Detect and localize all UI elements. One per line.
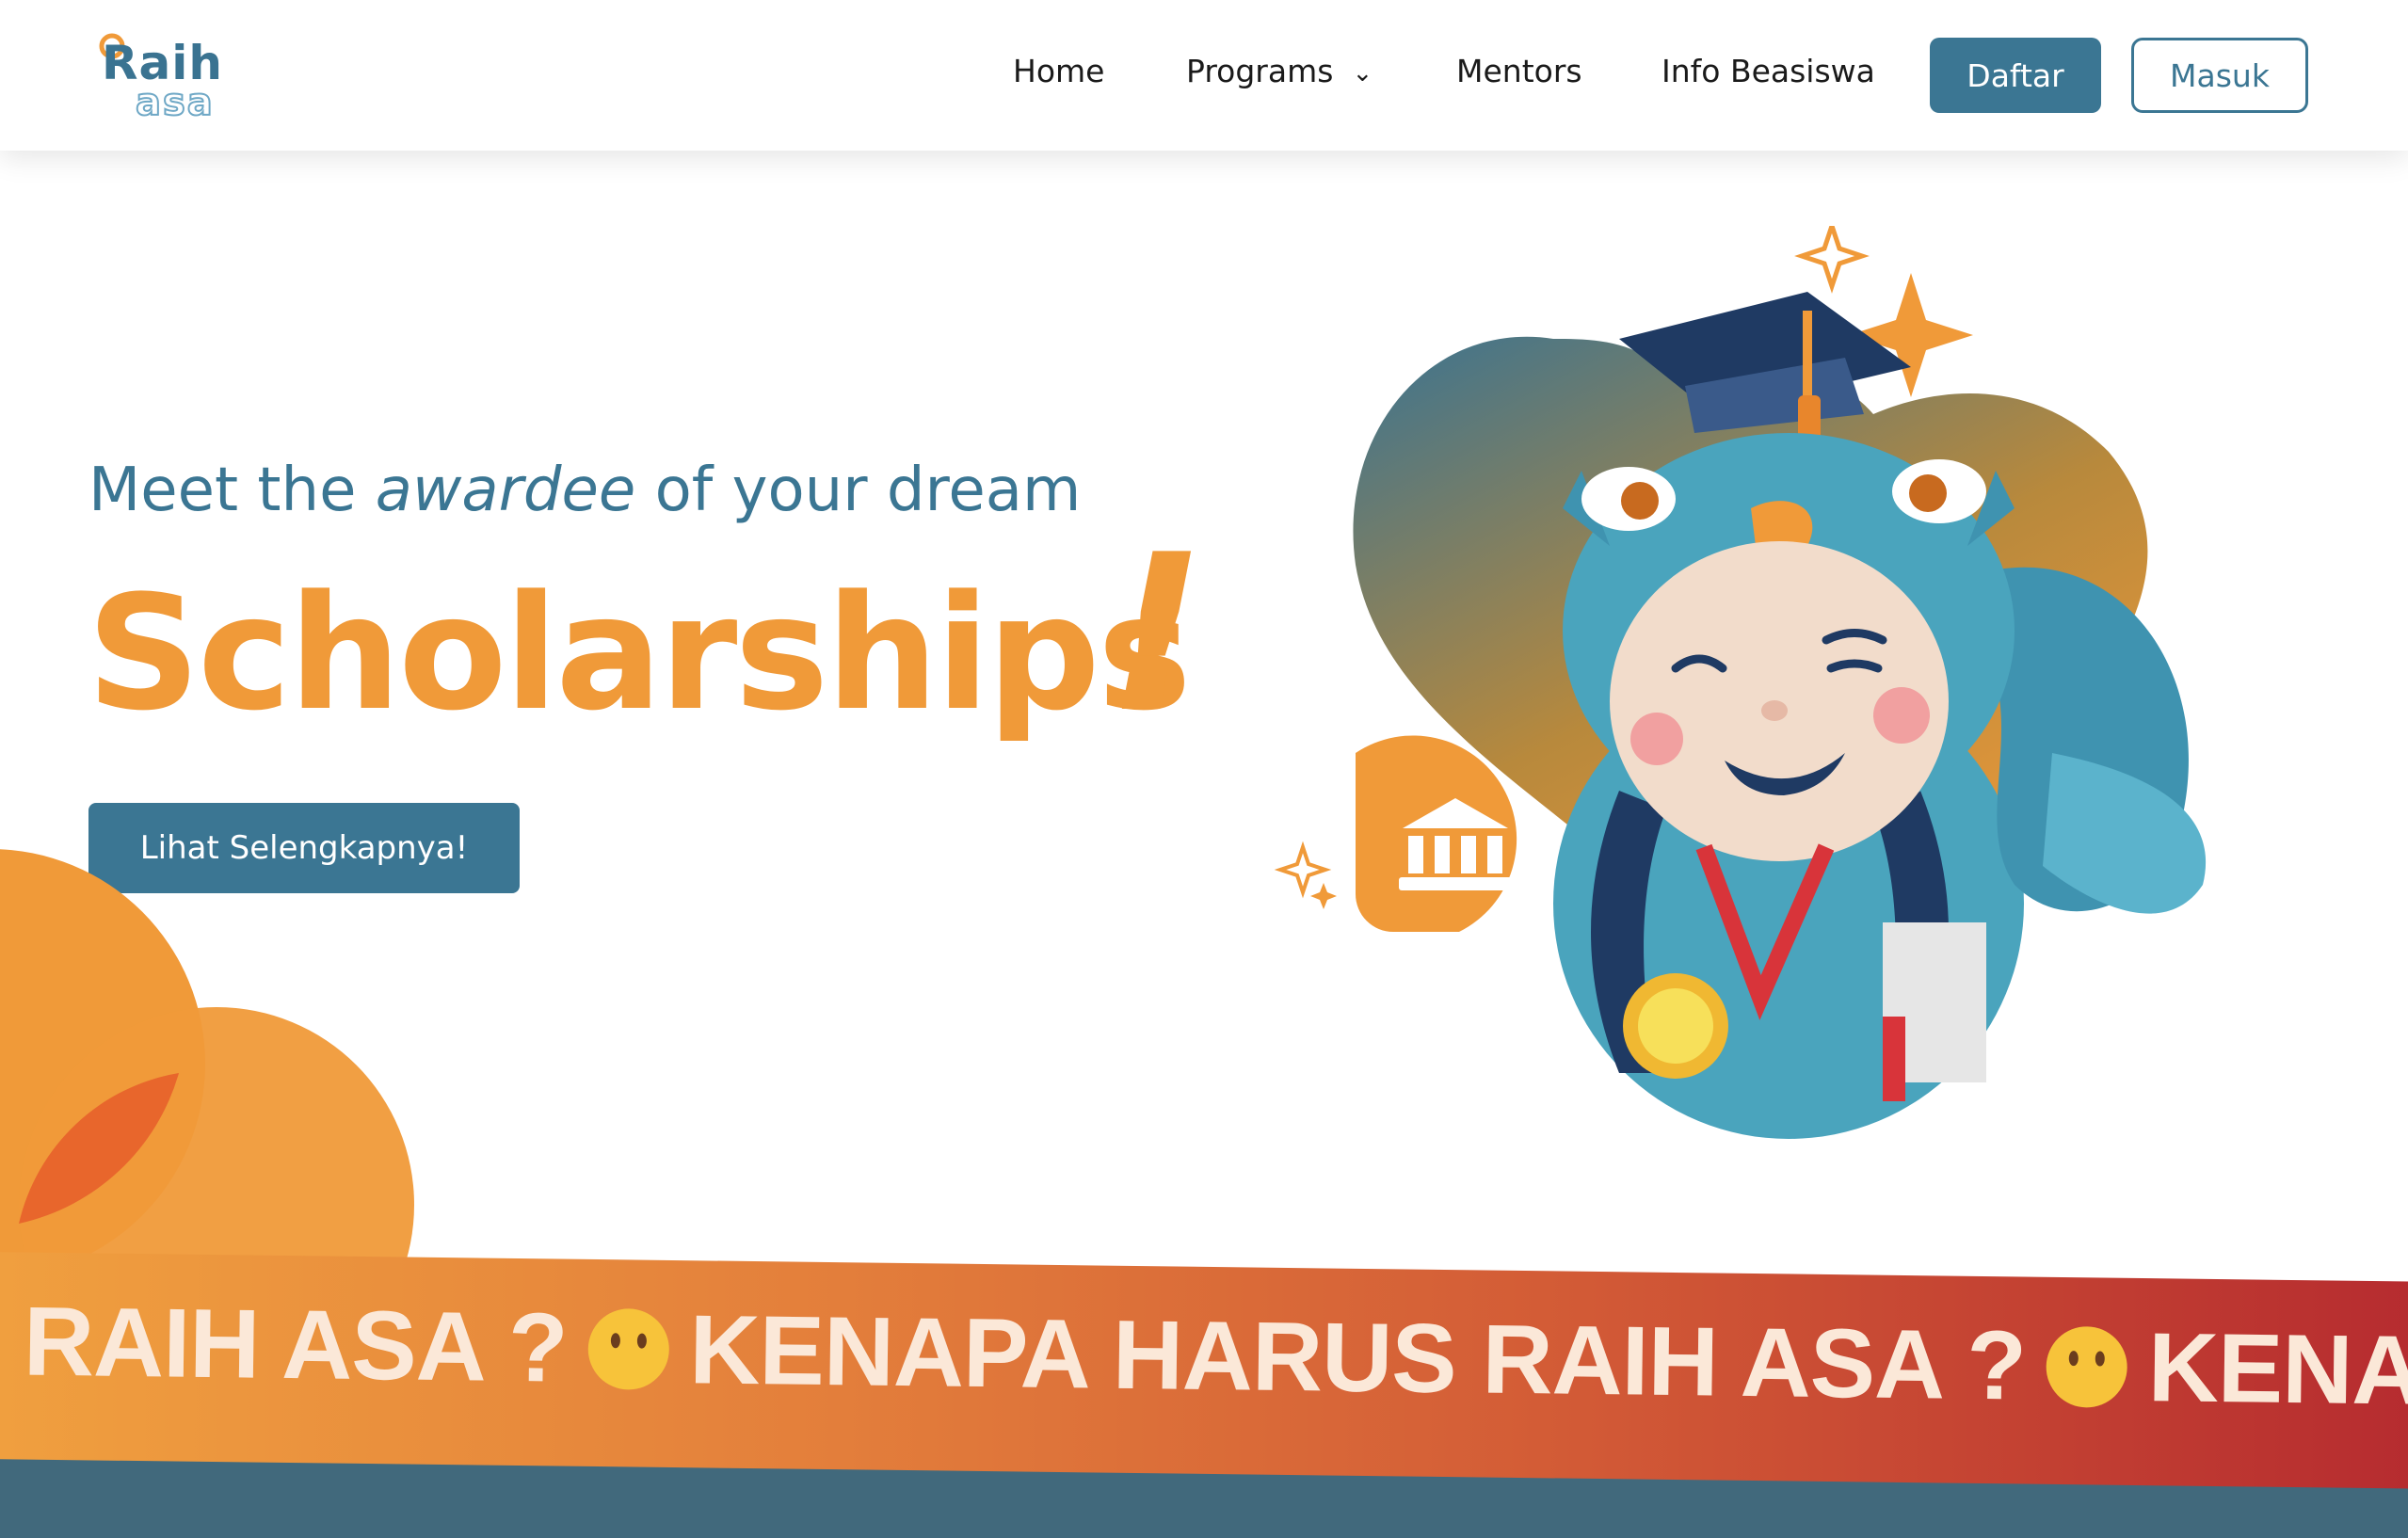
sparkle-icon xyxy=(1274,841,1332,899)
site-header: Raih asa Home Programs ⌄ Mentors Info Bea… xyxy=(0,0,2408,151)
marquee-segment: S RAIH ASA ? xyxy=(0,1286,569,1403)
sparkle-icon xyxy=(1310,883,1337,909)
thinking-face-icon xyxy=(2046,1325,2128,1408)
chevron-down-icon: ⌄ xyxy=(1352,58,1373,88)
owl-student-illustration xyxy=(1274,226,2207,1139)
thinking-face-icon xyxy=(586,1307,669,1390)
raih-asa-logo[interactable]: Raih asa xyxy=(98,28,230,125)
nav-programs-label: Programs xyxy=(1186,53,1334,89)
daftar-button[interactable]: Daftar xyxy=(1930,38,2101,113)
marquee-text: S RAIH ASA ? KENAPA HARUS RAIH ASA ? KENAP… xyxy=(0,1285,2408,1431)
sparkle-icon xyxy=(1794,226,1870,294)
hero-headline-mark: ! xyxy=(1107,509,1206,761)
university-icon xyxy=(1356,735,1517,932)
hero-headline: Scholarships xyxy=(87,561,1192,745)
logo-word-asa: asa xyxy=(135,80,215,125)
nav-home[interactable]: Home xyxy=(1013,53,1104,89)
marquee-segment: KENAPA HA xyxy=(2147,1313,2408,1429)
tagline-before: Meet the xyxy=(88,456,376,525)
marquee-segment: KENAPA HARUS RAIH ASA ? xyxy=(688,1295,2027,1421)
nav-mentors[interactable]: Mentors xyxy=(1456,53,1582,89)
nav-programs[interactable]: Programs ⌄ xyxy=(1186,53,1373,89)
nav-info-beasiswa[interactable]: Info Beasiswa xyxy=(1662,53,1875,89)
tagline-emphasis: awardee xyxy=(375,456,636,525)
sparkle-icon xyxy=(1849,273,1973,397)
hero-tagline: Meet the awardee of your dream xyxy=(88,456,1081,525)
decorative-circles xyxy=(0,849,414,1280)
marquee-ribbon: S RAIH ASA ? KENAPA HARUS RAIH ASA ? KENAP… xyxy=(0,1252,2408,1489)
masuk-button[interactable]: Masuk xyxy=(2131,38,2308,113)
tagline-after: of your dream xyxy=(635,456,1082,525)
